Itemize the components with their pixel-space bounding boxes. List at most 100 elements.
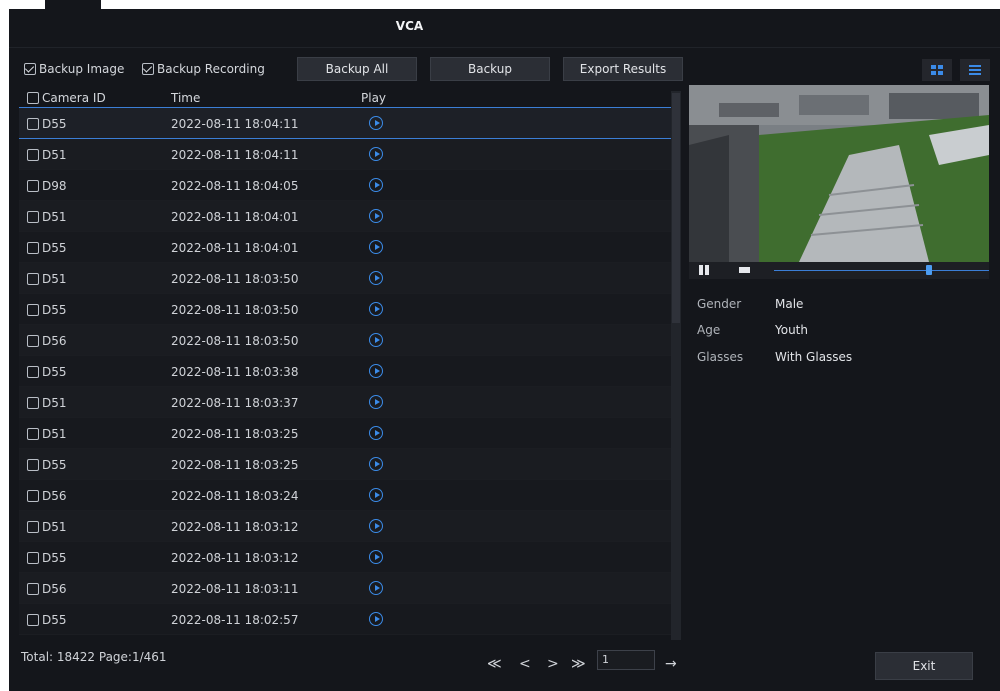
row-checkbox[interactable] <box>27 304 39 316</box>
window-title: VCA <box>395 19 424 33</box>
play-icon[interactable] <box>369 488 383 502</box>
backup-recording-label: Backup Recording <box>157 62 265 76</box>
scrollbar-thumb[interactable] <box>672 93 680 323</box>
row-checkbox[interactable] <box>27 521 39 533</box>
table-row[interactable]: D56 2022-08-11 18:03:24 <box>19 480 679 511</box>
table-scrollbar[interactable] <box>671 91 681 640</box>
play-icon[interactable] <box>369 581 383 595</box>
table-row[interactable]: D51 2022-08-11 18:04:01 <box>19 201 679 232</box>
row-checkbox[interactable] <box>27 397 39 409</box>
first-page-button[interactable]: ≪ <box>487 656 502 672</box>
playback-slider-handle[interactable] <box>926 265 932 275</box>
camera-id: D56 <box>42 582 67 596</box>
camera-id: D51 <box>42 148 67 162</box>
stop-button[interactable] <box>739 267 750 273</box>
play-icon[interactable] <box>369 395 383 409</box>
backup-image-label: Backup Image <box>39 62 125 76</box>
row-checkbox[interactable] <box>27 428 39 440</box>
go-page-button[interactable]: → <box>665 656 677 672</box>
row-checkbox[interactable] <box>27 273 39 285</box>
backup-button[interactable]: Backup <box>430 57 550 81</box>
table-row[interactable]: D55 2022-08-11 18:03:25 <box>19 449 679 480</box>
camera-id: D51 <box>42 396 67 410</box>
table-row[interactable]: D51 2022-08-11 18:03:37 <box>19 387 679 418</box>
backup-recording-checkbox[interactable]: Backup Recording <box>142 62 265 76</box>
last-page-button[interactable]: ≫ <box>571 656 586 672</box>
row-checkbox[interactable] <box>27 335 39 347</box>
time-cell: 2022-08-11 18:04:11 <box>171 148 299 162</box>
camera-id-cell: D51 <box>27 272 67 286</box>
row-checkbox[interactable] <box>27 614 39 626</box>
play-icon[interactable] <box>369 302 383 316</box>
snapshot-preview <box>689 85 989 262</box>
table-row[interactable]: D55 2022-08-11 18:03:50 <box>19 294 679 325</box>
row-checkbox[interactable] <box>27 366 39 378</box>
row-checkbox[interactable] <box>27 118 39 130</box>
pause-button[interactable] <box>699 265 711 275</box>
export-results-button[interactable]: Export Results <box>563 57 683 81</box>
title-separator <box>9 47 1000 48</box>
total-page-info: Total: 18422 Page:1/461 <box>21 650 167 664</box>
results-table: Camera ID Time Play D55 2022-08-11 18:04:… <box>19 89 679 640</box>
checkbox-icon[interactable] <box>24 63 36 75</box>
play-icon[interactable] <box>369 519 383 533</box>
table-row[interactable]: D55 2022-08-11 18:04:11 <box>19 108 679 139</box>
table-row[interactable]: D56 2022-08-11 18:03:11 <box>19 573 679 604</box>
row-checkbox[interactable] <box>27 583 39 595</box>
grid-view-icon <box>931 65 943 75</box>
play-icon[interactable] <box>369 271 383 285</box>
play-icon[interactable] <box>369 333 383 347</box>
page-number-input[interactable]: 1 <box>597 650 655 670</box>
time-cell: 2022-08-11 18:03:25 <box>171 458 299 472</box>
play-icon[interactable] <box>369 550 383 564</box>
backup-image-checkbox[interactable]: Backup Image <box>24 62 124 76</box>
table-row[interactable]: D56 2022-08-11 18:03:50 <box>19 325 679 356</box>
table-row[interactable]: D55 2022-08-11 18:03:12 <box>19 542 679 573</box>
camera-id-cell: D98 <box>27 179 67 193</box>
row-checkbox[interactable] <box>27 149 39 161</box>
row-checkbox[interactable] <box>27 211 39 223</box>
row-checkbox[interactable] <box>27 242 39 254</box>
gender-label: Gender <box>697 297 742 311</box>
table-header: Camera ID Time Play <box>19 89 679 108</box>
row-checkbox[interactable] <box>27 459 39 471</box>
row-checkbox[interactable] <box>27 180 39 192</box>
play-icon[interactable] <box>369 209 383 223</box>
play-icon[interactable] <box>369 364 383 378</box>
select-all-checkbox[interactable] <box>27 92 39 104</box>
play-icon[interactable] <box>369 457 383 471</box>
camera-id-cell: D51 <box>27 210 67 224</box>
backup-all-button[interactable]: Backup All <box>297 57 417 81</box>
next-page-button[interactable]: > <box>547 656 559 672</box>
time-cell: 2022-08-11 18:04:01 <box>171 241 299 255</box>
list-view-button[interactable] <box>960 59 990 81</box>
playback-slider[interactable] <box>774 270 989 271</box>
row-checkbox[interactable] <box>27 552 39 564</box>
play-icon[interactable] <box>369 240 383 254</box>
table-row[interactable]: D98 2022-08-11 18:04:05 <box>19 170 679 201</box>
age-label: Age <box>697 323 721 337</box>
table-row[interactable]: D51 2022-08-11 18:03:50 <box>19 263 679 294</box>
row-checkbox[interactable] <box>27 490 39 502</box>
play-icon[interactable] <box>369 116 383 130</box>
camera-id: D55 <box>42 613 67 627</box>
table-row[interactable]: D55 2022-08-11 18:04:01 <box>19 232 679 263</box>
play-icon[interactable] <box>369 178 383 192</box>
age-value: Youth <box>775 323 808 337</box>
camera-id: D55 <box>42 551 67 565</box>
gender-value: Male <box>775 297 804 311</box>
table-row[interactable]: D55 2022-08-11 18:02:57 <box>19 604 679 635</box>
prev-page-button[interactable]: < <box>519 656 531 672</box>
play-icon[interactable] <box>369 147 383 161</box>
table-row[interactable]: D51 2022-08-11 18:04:11 <box>19 139 679 170</box>
camera-id: D55 <box>42 303 67 317</box>
grid-view-button[interactable] <box>922 59 952 81</box>
table-row[interactable]: D55 2022-08-11 18:03:38 <box>19 356 679 387</box>
checkbox-icon[interactable] <box>142 63 154 75</box>
table-row[interactable]: D51 2022-08-11 18:03:25 <box>19 418 679 449</box>
play-icon[interactable] <box>369 426 383 440</box>
play-icon[interactable] <box>369 612 383 626</box>
exit-button[interactable]: Exit <box>875 652 973 680</box>
table-row[interactable]: D51 2022-08-11 18:03:12 <box>19 511 679 542</box>
vca-window: VCA Backup Image Backup Recording Backup… <box>9 9 1000 691</box>
